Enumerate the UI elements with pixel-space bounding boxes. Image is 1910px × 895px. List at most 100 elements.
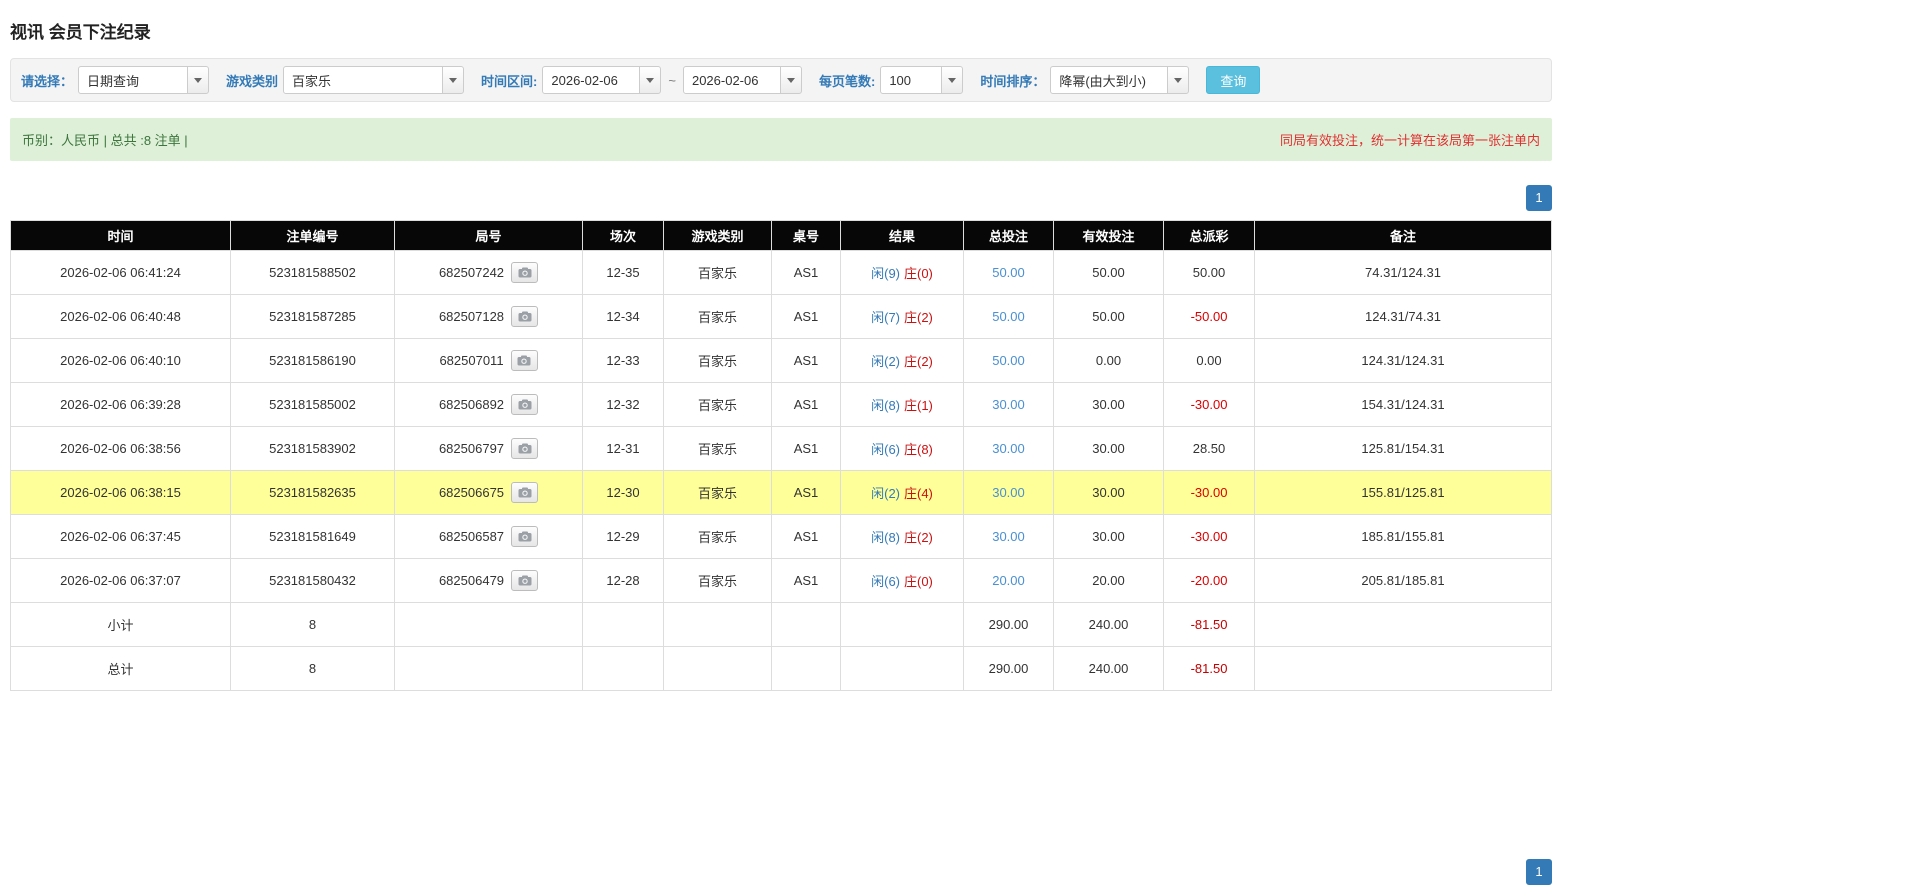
date-to-dropdown-button[interactable]: [779, 66, 802, 94]
caret-down-icon: [194, 77, 203, 83]
result-player: 闲(2): [871, 486, 900, 501]
pagination-bottom: 1: [10, 859, 1552, 885]
sort-combo: [1050, 66, 1190, 94]
cell-valid-bet: 50.00: [1053, 250, 1164, 295]
page-size-input[interactable]: [880, 66, 943, 94]
cell-time: 2026-02-06 06:40:10: [10, 338, 231, 383]
cell-session: 12-34: [582, 294, 664, 339]
cell-result: 闲(8) 庄(1): [840, 382, 964, 427]
cell-time: 2026-02-06 06:41:24: [10, 250, 231, 295]
video-replay-button[interactable]: [511, 306, 539, 327]
cell-table-no: AS1: [771, 294, 841, 339]
page-1-button-bottom[interactable]: 1: [1526, 859, 1552, 885]
cell-round: 682506479: [394, 558, 583, 603]
header-game-type: 游戏类别: [663, 220, 772, 251]
subtotal-count: 8: [230, 602, 395, 647]
sort-label: 时间排序：: [980, 73, 1046, 89]
table-row: 2026-02-06 06:40:10 523181586190 6825070…: [10, 338, 1552, 383]
query-type-combo: [78, 66, 210, 94]
result-player: 闲(6): [871, 442, 900, 457]
caret-down-icon: [786, 77, 795, 83]
cell-game-type: 百家乐: [663, 338, 772, 383]
records-table: 时间 注单编号 局号 场次 游戏类别 桌号 结果 总投注 有效投注 总派彩 备注…: [10, 220, 1552, 691]
cell-note: 124.31/124.31: [1254, 338, 1552, 383]
sort-input[interactable]: [1050, 66, 1169, 94]
cell-total-bet[interactable]: 30.00: [963, 426, 1054, 471]
cell-bet-id: 523181582635: [230, 470, 395, 515]
search-button[interactable]: 查询: [1206, 66, 1261, 94]
cell-round: 682507011: [394, 338, 583, 383]
sort-dropdown-button[interactable]: [1167, 66, 1190, 94]
date-from-input[interactable]: [542, 66, 641, 94]
date-to-input[interactable]: [682, 66, 781, 94]
video-replay-button[interactable]: [511, 394, 539, 415]
page-1-button[interactable]: 1: [1526, 185, 1552, 211]
video-replay-button[interactable]: [511, 570, 539, 591]
cell-valid-bet: 0.00: [1053, 338, 1164, 383]
result-banker: 庄(2): [904, 530, 933, 545]
cell-total-bet[interactable]: 30.00: [963, 382, 1054, 427]
result-banker: 庄(2): [904, 354, 933, 369]
game-type-label: 游戏类别: [226, 73, 279, 89]
caret-down-icon: [1174, 77, 1183, 83]
video-replay-button[interactable]: [511, 438, 539, 459]
round-number: 682507011: [439, 353, 504, 368]
cell-total-bet[interactable]: 50.00: [963, 294, 1054, 339]
cell-total-bet[interactable]: 50.00: [963, 338, 1054, 383]
cell-payout: 50.00: [1163, 250, 1255, 295]
cell-session: 12-33: [582, 338, 664, 383]
game-type-input[interactable]: [283, 66, 444, 94]
table-row: 2026-02-06 06:37:45 523181581649 6825065…: [10, 514, 1552, 559]
video-replay-button[interactable]: [511, 526, 539, 547]
cell-note: 155.81/125.81: [1254, 470, 1552, 515]
cell-bet-id: 523181585002: [230, 382, 395, 427]
subtotal-valid-bet: 240.00: [1053, 602, 1164, 647]
cell-payout: -20.00: [1163, 558, 1255, 603]
cell-table-no: AS1: [771, 470, 841, 515]
result-banker: 庄(8): [904, 442, 933, 457]
cell-total-bet[interactable]: 30.00: [963, 470, 1054, 515]
round-number: 682506479: [438, 573, 505, 588]
cell-game-type: 百家乐: [663, 294, 772, 339]
date-separator: ~: [668, 72, 676, 88]
page-size-dropdown-button[interactable]: [941, 66, 964, 94]
cell-total-bet[interactable]: 20.00: [963, 558, 1054, 603]
cell-result: 闲(2) 庄(2): [840, 338, 964, 383]
result-player: 闲(8): [871, 530, 900, 545]
video-replay-button[interactable]: [511, 482, 539, 503]
video-replay-button[interactable]: [510, 350, 538, 371]
total-row: 总计 8 290.00 240.00 -81.50: [10, 646, 1552, 691]
cell-session: 12-28: [582, 558, 664, 603]
cell-session: 12-30: [582, 470, 664, 515]
cell-total-bet[interactable]: 30.00: [963, 514, 1054, 559]
page-title: 视讯 会员下注纪录: [10, 23, 151, 42]
header-total-bet: 总投注: [963, 220, 1054, 251]
cell-valid-bet: 20.00: [1053, 558, 1164, 603]
cell-payout: -50.00: [1163, 294, 1255, 339]
query-type-dropdown-button[interactable]: [187, 66, 210, 94]
pagination-top: 1: [10, 185, 1552, 211]
query-type-input[interactable]: [78, 66, 189, 94]
page-size-combo: [880, 66, 964, 94]
cell-valid-bet: 30.00: [1053, 426, 1164, 471]
camera-icon: [518, 267, 532, 278]
cell-table-no: AS1: [771, 558, 841, 603]
result-banker: 庄(2): [904, 310, 933, 325]
cell-round: 682506892: [394, 382, 583, 427]
date-to-combo: [682, 66, 802, 94]
header-round: 局号: [394, 220, 583, 251]
subtotal-label: 小计: [10, 602, 231, 647]
round-number: 682506892: [438, 397, 505, 412]
cell-total-bet[interactable]: 50.00: [963, 250, 1054, 295]
cell-result: 闲(6) 庄(8): [840, 426, 964, 471]
result-banker: 庄(0): [904, 266, 933, 281]
cell-table-no: AS1: [771, 426, 841, 471]
video-replay-button[interactable]: [511, 262, 539, 283]
cell-bet-id: 523181587285: [230, 294, 395, 339]
result-player: 闲(6): [871, 574, 900, 589]
game-type-dropdown-button[interactable]: [442, 66, 465, 94]
page-size-label: 每页笔数:: [818, 73, 876, 89]
date-from-dropdown-button[interactable]: [639, 66, 662, 94]
date-range-label: 时间区间:: [481, 73, 538, 89]
cell-valid-bet: 30.00: [1053, 382, 1164, 427]
